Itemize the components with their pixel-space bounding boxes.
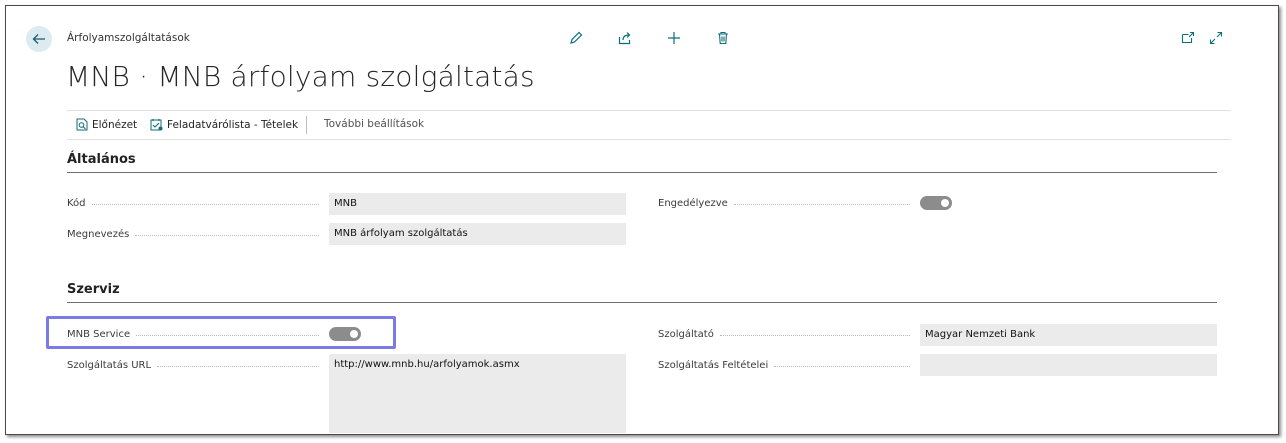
new-button[interactable] bbox=[664, 28, 684, 48]
open-new-window-button[interactable] bbox=[1178, 28, 1198, 48]
action-bar-divider bbox=[306, 116, 307, 134]
expand-button[interactable] bbox=[1206, 28, 1226, 48]
name-label: Megnevezés bbox=[67, 224, 319, 244]
service-url-field[interactable]: http://www.mnb.hu/arfolyamok.asmx bbox=[329, 354, 626, 433]
enabled-toggle[interactable] bbox=[920, 196, 952, 210]
section-divider-general bbox=[67, 172, 1217, 173]
job-queue-label: Feladatvárólista - Tételek bbox=[167, 118, 299, 131]
pencil-icon bbox=[570, 31, 583, 44]
provider-label: Szolgáltató bbox=[658, 324, 910, 344]
back-button[interactable] bbox=[26, 26, 52, 52]
toggle-knob bbox=[941, 199, 949, 207]
terms-field[interactable] bbox=[920, 354, 1217, 376]
action-bar: Előnézet Feladatvárólista - Tételek Tová… bbox=[67, 110, 1231, 140]
breadcrumb[interactable]: Árfolyamszolgáltatások bbox=[67, 32, 190, 44]
trash-icon bbox=[718, 31, 728, 45]
preview-action[interactable]: Előnézet bbox=[76, 118, 137, 131]
service-url-label: Szolgáltatás URL bbox=[67, 355, 319, 375]
section-title-service[interactable]: Szerviz bbox=[67, 282, 120, 297]
terms-label: Szolgáltatás Feltételei bbox=[658, 355, 910, 375]
page-frame: Árfolyamszolgáltatások MNB · MNB árfolya… bbox=[5, 5, 1279, 435]
share-icon bbox=[618, 32, 631, 45]
job-queue-entries-action[interactable]: Feladatvárólista - Tételek bbox=[150, 118, 298, 131]
page-title: MNB · MNB árfolyam szolgáltatás bbox=[66, 60, 535, 93]
highlight-box bbox=[46, 316, 396, 349]
preview-icon bbox=[76, 118, 88, 131]
code-label: Kód bbox=[67, 193, 319, 213]
name-field[interactable]: MNB árfolyam szolgáltatás bbox=[329, 223, 626, 245]
plus-icon bbox=[668, 32, 680, 44]
open-in-new-window-icon bbox=[1181, 31, 1195, 44]
delete-button[interactable] bbox=[713, 28, 733, 48]
section-divider-service bbox=[67, 302, 1217, 303]
preview-label: Előnézet bbox=[92, 118, 138, 131]
expand-icon bbox=[1209, 31, 1223, 45]
provider-field[interactable]: Magyar Nemzeti Bank bbox=[920, 324, 1217, 346]
arrow-left-icon bbox=[32, 34, 45, 44]
more-options-action[interactable]: További beállítások bbox=[324, 118, 424, 130]
enabled-label: Engedélyezve bbox=[658, 193, 910, 213]
section-title-general[interactable]: Általános bbox=[67, 152, 136, 167]
share-button[interactable] bbox=[615, 28, 635, 48]
job-queue-icon bbox=[150, 119, 163, 131]
code-field[interactable]: MNB bbox=[329, 193, 626, 215]
edit-button[interactable] bbox=[566, 28, 586, 48]
